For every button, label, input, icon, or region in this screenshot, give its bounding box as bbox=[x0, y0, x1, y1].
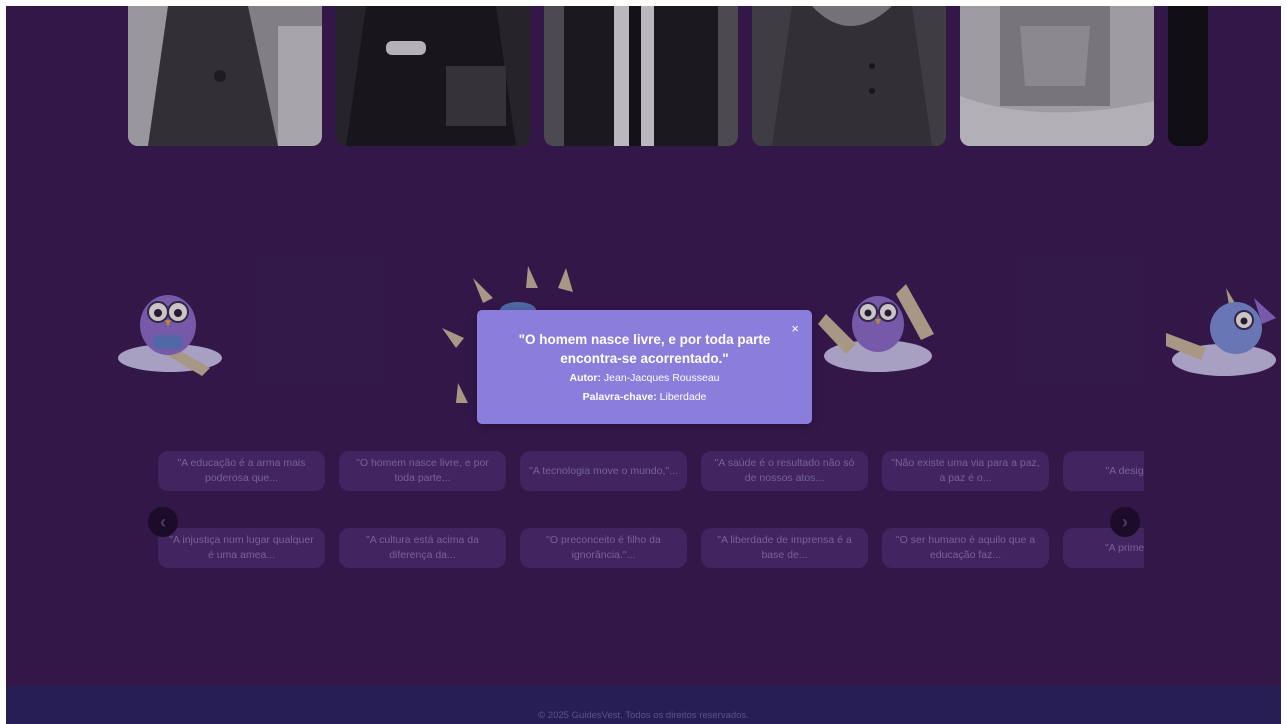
quote-card-text: "A prime importan bbox=[1104, 541, 1144, 554]
quote-card[interactable]: "A injustiça num lugar qualquer é uma am… bbox=[158, 528, 325, 568]
quote-card[interactable]: "A educação é a arma mais poderosa que..… bbox=[158, 451, 325, 491]
footer-copyright: © 2025 GuidesVest. Todos os direitos res… bbox=[538, 710, 749, 721]
quote-card-text: "O preconceito é filho da ignorância."..… bbox=[546, 534, 661, 561]
quote-card[interactable]: "A saúde é o resultado não só de nossos … bbox=[701, 451, 868, 491]
quote-card[interactable]: "A cultura está acima da diferença da... bbox=[339, 528, 506, 568]
modal-keyword-line: Palavra-chave: Liberdade bbox=[477, 389, 812, 406]
owl-mascot bbox=[1166, 278, 1281, 388]
owl-mascot bbox=[816, 274, 941, 384]
quote-card-text: "A tecnologia move o mundo,"... bbox=[529, 464, 678, 477]
quote-card[interactable]: "O ser humano é aquilo que a educação fa… bbox=[882, 528, 1049, 568]
close-icon[interactable]: × bbox=[791, 322, 799, 336]
footer: © 2025 GuidesVest. Todos os direitos res… bbox=[6, 686, 1281, 724]
quote-card-text: "O homem nasce livre, e por toda parte..… bbox=[356, 457, 489, 484]
quote-modal: × "O homem nasce livre, e por toda parte… bbox=[477, 310, 812, 424]
quote-card-text: "O ser humano é aquilo que a educação fa… bbox=[895, 534, 1036, 561]
quote-card-text: "A injustiça num lugar qualquer é uma am… bbox=[169, 534, 314, 561]
quote-card-text: "A saúde é o resultado não só de nossos … bbox=[714, 457, 855, 484]
owl-mascot bbox=[110, 280, 230, 380]
quote-card-text: "A liberdade de imprensa é a base de... bbox=[717, 534, 852, 561]
quote-card[interactable]: "A desigu maior d bbox=[1063, 451, 1144, 491]
author-name: Jean-Jacques Rousseau bbox=[603, 372, 720, 384]
quote-card-text: "A cultura está acima da diferença da... bbox=[366, 534, 479, 561]
author-label: Autor: bbox=[569, 372, 602, 384]
quote-card-text: "A desigu maior d bbox=[1105, 464, 1144, 477]
portrait-card[interactable] bbox=[1168, 6, 1208, 146]
quote-card[interactable]: "A tecnologia move o mundo,"... bbox=[520, 451, 687, 491]
quote-card-text: "Não existe uma via para a paz, a paz é … bbox=[891, 457, 1040, 484]
quote-card[interactable]: "Não existe uma via para a paz, a paz é … bbox=[882, 451, 1049, 491]
portrait-card[interactable] bbox=[960, 6, 1154, 146]
keyword-value: Liberdade bbox=[659, 391, 707, 403]
quote-card[interactable]: "O preconceito é filho da ignorância."..… bbox=[520, 528, 687, 568]
portrait-card[interactable] bbox=[752, 6, 946, 146]
chevron-left-icon: ‹ bbox=[160, 511, 166, 532]
page: "A educação é a arma mais poderosa que..… bbox=[6, 6, 1281, 724]
modal-quote: "O homem nasce livre, e por toda parte e… bbox=[518, 332, 771, 366]
portrait-card[interactable] bbox=[128, 6, 322, 146]
carousel-prev-button[interactable]: ‹ bbox=[148, 507, 178, 537]
portrait-card[interactable] bbox=[336, 6, 530, 146]
quote-card[interactable]: "A liberdade de imprensa é a base de... bbox=[701, 528, 868, 568]
portrait-carousel bbox=[128, 6, 1208, 146]
keyword-label: Palavra-chave: bbox=[582, 391, 657, 403]
carousel-next-button[interactable]: › bbox=[1110, 507, 1140, 537]
quote-card[interactable]: "O homem nasce livre, e por toda parte..… bbox=[339, 451, 506, 491]
portrait-card[interactable] bbox=[544, 6, 738, 146]
modal-author-line: Autor: Jean-Jacques Rousseau bbox=[477, 370, 812, 387]
quote-carousel: "A educação é a arma mais poderosa que..… bbox=[158, 451, 1144, 581]
quote-card-text: "A educação é a arma mais poderosa que..… bbox=[177, 457, 306, 484]
chevron-right-icon: › bbox=[1122, 511, 1128, 532]
